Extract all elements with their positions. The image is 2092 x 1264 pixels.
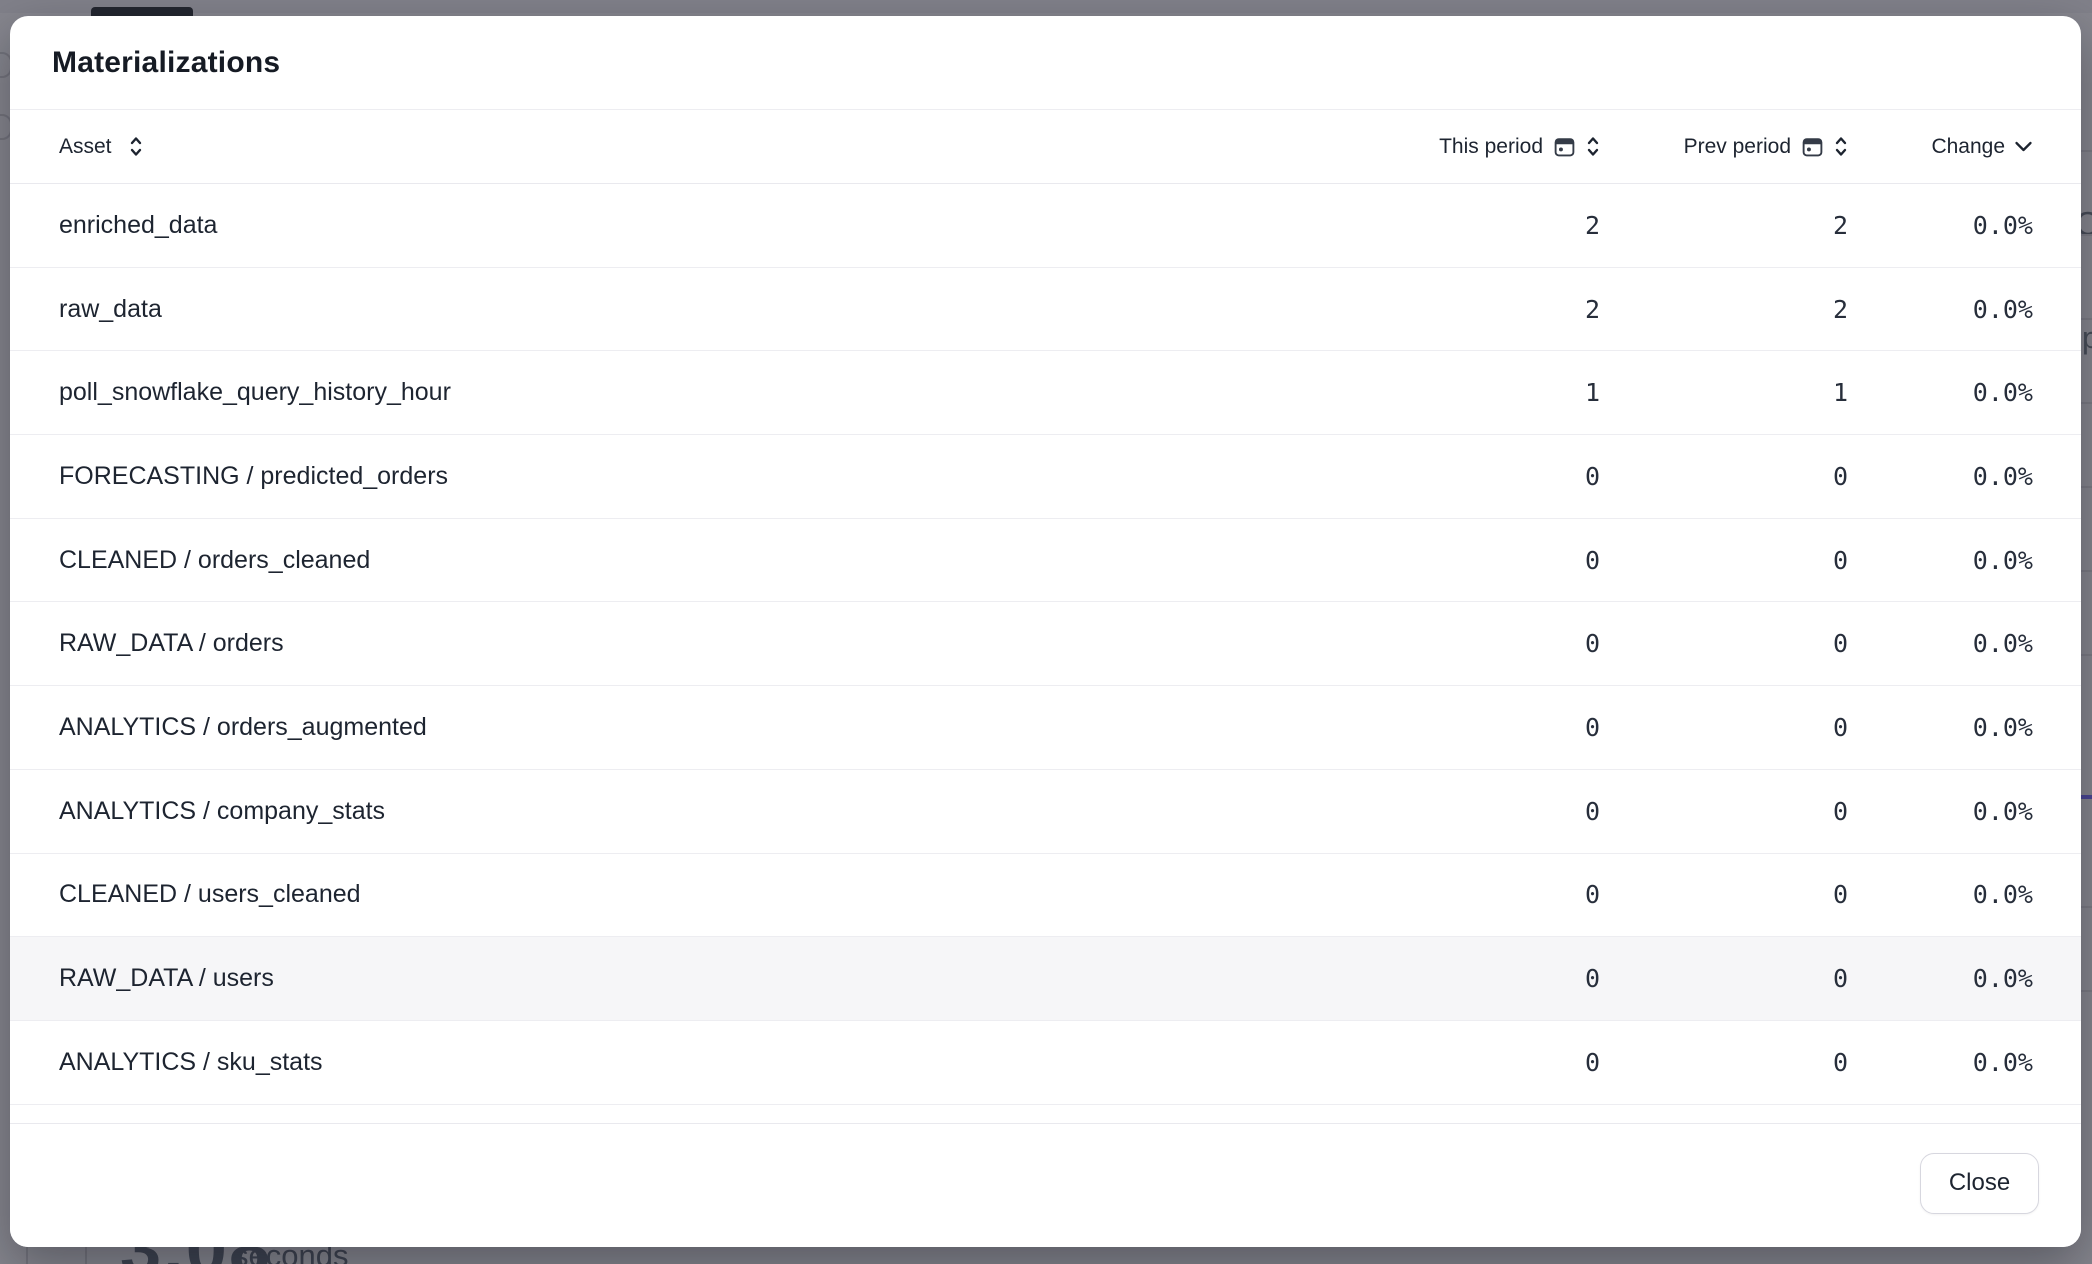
background-row-line (2081, 486, 2092, 488)
prev-period-value: 0 (1600, 462, 1848, 491)
prev-period-value: 2 (1600, 211, 1848, 240)
change-value: 0.0% (1848, 964, 2033, 993)
column-header-prev-period[interactable]: Prev period (1600, 135, 1848, 159)
chevron-down-icon (2014, 140, 2033, 153)
column-header-change-label: Change (1931, 135, 2005, 159)
table-row[interactable]: CLEANED / orders_cleaned 0 0 0.0% (10, 519, 2081, 603)
materializations-table-body: enriched_data 2 2 0.0% raw_data 2 2 0.0%… (10, 184, 2081, 1105)
change-value: 0.0% (1848, 546, 2033, 575)
asset-name: ANALYTICS / sku_stats (59, 1048, 1380, 1077)
column-header-change[interactable]: Change (1848, 135, 2033, 159)
background-row-line (2081, 654, 2092, 656)
this-period-value: 2 (1380, 211, 1600, 240)
table-row[interactable]: RAW_DATA / users 0 0 0.0% (10, 937, 2081, 1021)
background-row-line (2081, 990, 2092, 992)
this-period-value: 0 (1380, 880, 1600, 909)
background-row-line (2081, 318, 2092, 320)
column-header-this-period[interactable]: This period (1380, 135, 1600, 159)
asset-name: ANALYTICS / orders_augmented (59, 713, 1380, 742)
change-value: 0.0% (1848, 629, 2033, 658)
this-period-value: 0 (1380, 462, 1600, 491)
calendar-icon (1553, 135, 1576, 158)
prev-period-value: 2 (1600, 295, 1848, 324)
prev-period-value: 0 (1600, 629, 1848, 658)
background-row-line (2081, 150, 2092, 152)
this-period-value: 0 (1380, 964, 1600, 993)
table-row[interactable]: ANALYTICS / company_stats 0 0 0.0% (10, 770, 2081, 854)
clipped-table-row (10, 1105, 2081, 1124)
prev-period-value: 0 (1600, 713, 1848, 742)
column-header-asset[interactable]: Asset (59, 135, 1380, 159)
change-value: 0.0% (1848, 713, 2033, 742)
sort-updown-icon (129, 135, 143, 158)
close-button[interactable]: Close (1920, 1153, 2039, 1214)
change-value: 0.0% (1848, 462, 2033, 491)
this-period-value: 0 (1380, 713, 1600, 742)
table-row[interactable]: poll_snowflake_query_history_hour 1 1 0.… (10, 351, 2081, 435)
asset-name: RAW_DATA / orders (59, 629, 1380, 658)
table-row[interactable]: ANALYTICS / sku_stats 0 0 0.0% (10, 1021, 2081, 1105)
asset-name: RAW_DATA / users (59, 964, 1380, 993)
change-value: 0.0% (1848, 797, 2033, 826)
change-value: 0.0% (1848, 211, 2033, 240)
background-row-line (2081, 402, 2092, 404)
change-value: 0.0% (1848, 378, 2033, 407)
this-period-value: 0 (1380, 629, 1600, 658)
change-value: 0.0% (1848, 295, 2033, 324)
table-row[interactable]: enriched_data 2 2 0.0% (10, 184, 2081, 268)
background-top-header (0, 0, 2092, 13)
background-row-line (2081, 906, 2092, 908)
table-row[interactable]: ANALYTICS / orders_augmented 0 0 0.0% (10, 686, 2081, 770)
prev-period-value: 0 (1600, 1048, 1848, 1077)
background-accent-line (2081, 795, 2092, 799)
asset-name: raw_data (59, 295, 1380, 324)
asset-name: enriched_data (59, 211, 1380, 240)
prev-period-value: 0 (1600, 880, 1848, 909)
table-row[interactable]: raw_data 2 2 0.0% (10, 268, 2081, 352)
table-row[interactable]: CLEANED / users_cleaned 0 0 0.0% (10, 854, 2081, 938)
background-row-line (2081, 234, 2092, 236)
change-value: 0.0% (1848, 1048, 2033, 1077)
table-row[interactable]: RAW_DATA / orders 0 0 0.0% (10, 602, 2081, 686)
column-header-prev-period-label: Prev period (1684, 135, 1791, 159)
asset-name: FORECASTING / predicted_orders (59, 462, 1380, 491)
this-period-value: 0 (1380, 797, 1600, 826)
prev-period-value: 0 (1600, 797, 1848, 826)
prev-period-value: 0 (1600, 964, 1848, 993)
materializations-dialog: Materializations Asset This period (10, 16, 2081, 1247)
this-period-value: 0 (1380, 1048, 1600, 1077)
this-period-value: 1 (1380, 378, 1600, 407)
background-divider (26, 1247, 28, 1264)
asset-name: CLEANED / users_cleaned (59, 880, 1380, 909)
this-period-value: 2 (1380, 295, 1600, 324)
column-header-asset-label: Asset (59, 135, 112, 159)
sort-updown-icon (1834, 135, 1848, 158)
column-header-this-period-label: This period (1439, 135, 1543, 159)
background-clipped-text: p (2082, 320, 2092, 356)
dialog-header: Materializations (10, 16, 2081, 110)
asset-name: CLEANED / orders_cleaned (59, 546, 1380, 575)
prev-period-value: 1 (1600, 378, 1848, 407)
calendar-icon (1801, 135, 1824, 158)
prev-period-value: 0 (1600, 546, 1848, 575)
table-header-row: Asset This period (10, 110, 2081, 184)
this-period-value: 0 (1380, 546, 1600, 575)
change-value: 0.0% (1848, 880, 2033, 909)
background-row-line (2081, 570, 2092, 572)
sort-updown-icon (1586, 135, 1600, 158)
dialog-title: Materializations (52, 46, 280, 80)
dialog-footer: Close (10, 1124, 2081, 1247)
background-divider (85, 1247, 87, 1264)
asset-name: ANALYTICS / company_stats (59, 797, 1380, 826)
table-row[interactable]: FORECASTING / predicted_orders 0 0 0.0% (10, 435, 2081, 519)
asset-name: poll_snowflake_query_history_hour (59, 378, 1380, 407)
